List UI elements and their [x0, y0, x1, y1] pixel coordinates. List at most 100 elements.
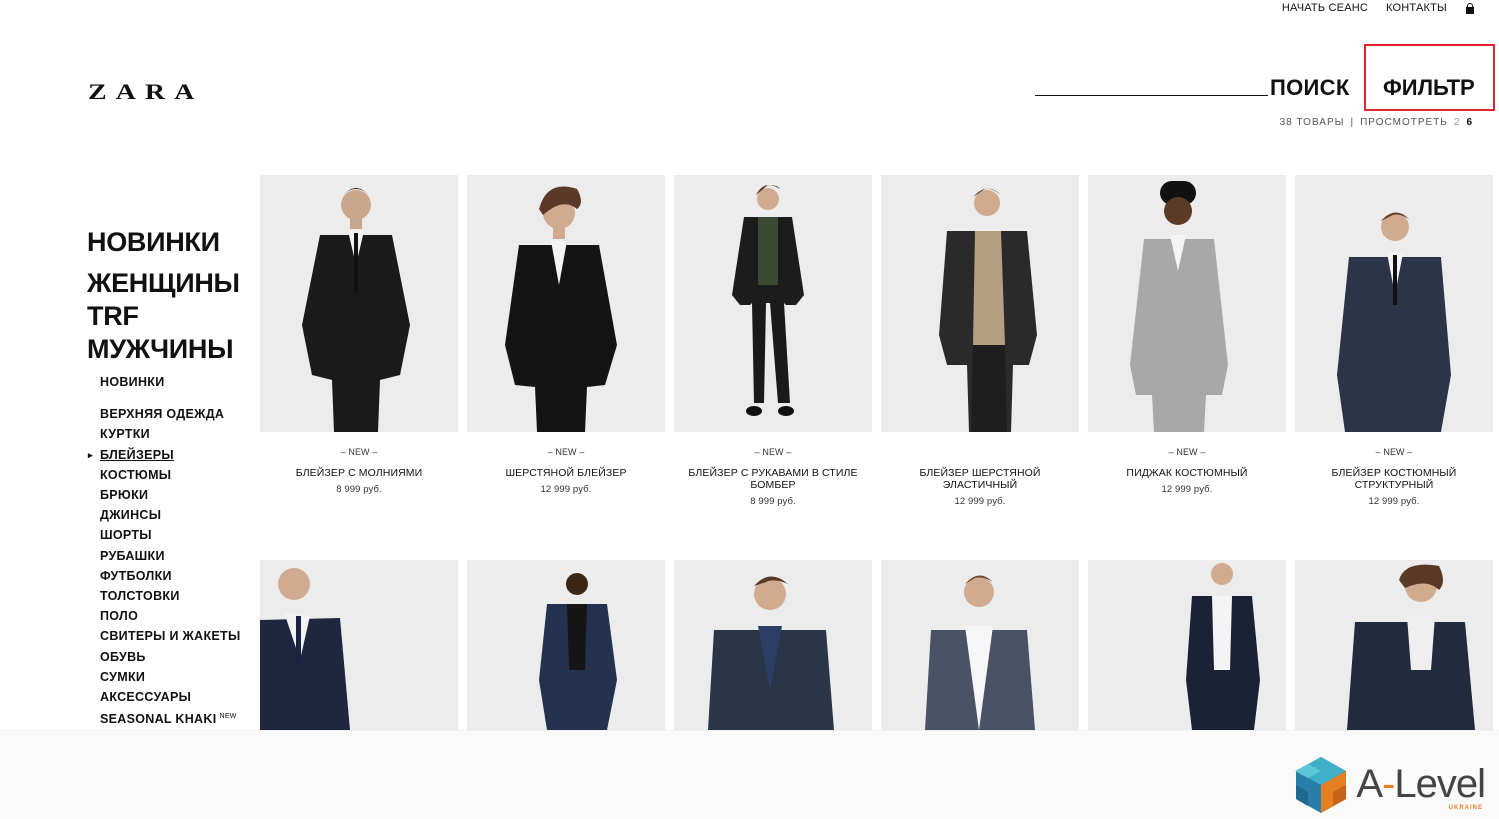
product-image[interactable]: [467, 175, 665, 432]
product-card[interactable]: БЛЕЙЗЕР ШЕРСТЯНОЙ ЭЛАСТИЧНЫЙ 12 999 руб.: [881, 175, 1079, 507]
subnav-item-tshirts[interactable]: ФУТБОЛКИ: [100, 566, 240, 586]
a-level-cube-logo-icon: [1295, 757, 1347, 813]
product-name[interactable]: ШЕРСТЯНОЙ БЛЕЙЗЕР: [467, 467, 665, 479]
product-card[interactable]: [1088, 560, 1286, 730]
contacts-link[interactable]: КОНТАКТЫ: [1386, 2, 1447, 14]
shopping-bag-icon[interactable]: [1465, 2, 1475, 14]
product-price: 12 999 руб.: [954, 496, 1006, 507]
product-price: 8 999 руб.: [750, 496, 796, 507]
model-figure-icon: [1186, 563, 1260, 730]
product-image[interactable]: [674, 175, 872, 432]
view-option-2[interactable]: 2: [1454, 117, 1461, 128]
new-tag: NEW: [219, 713, 237, 721]
product-price: 12 999 руб.: [540, 484, 592, 495]
product-name[interactable]: БЛЕЙЗЕР С МОЛНИЯМИ: [260, 467, 458, 479]
model-figure-icon: [1130, 181, 1228, 432]
divider: |: [1350, 117, 1355, 128]
a-level-dash: -: [1382, 761, 1395, 806]
login-link[interactable]: НАЧАТЬ СЕАНС: [1282, 2, 1368, 14]
subnav-item-blazers[interactable]: БЛЕЙЗЕРЫ: [88, 445, 240, 465]
subnav-item-sweatshirts[interactable]: ТОЛСТОВКИ: [100, 586, 240, 606]
nav-item-new[interactable]: НОВИНКИ: [87, 226, 240, 259]
new-badge: [881, 447, 1079, 459]
product-image[interactable]: [674, 560, 872, 730]
product-image[interactable]: [1295, 175, 1493, 432]
items-bar: 38 ТОВАРЫ | ПРОСМОТРЕТЬ 2 6: [1280, 117, 1473, 128]
nav-item-trf[interactable]: TRF: [87, 300, 240, 333]
subnav-item-seasonal-khaki[interactable]: SEASONAL KHAKI NEW: [100, 707, 240, 729]
product-image[interactable]: [1088, 175, 1286, 432]
product-price: 12 999 руб.: [1161, 484, 1213, 495]
product-card[interactable]: – NEW – БЛЕЙЗЕР С РУКАВАМИ В СТИЛЕ БОМБЕ…: [674, 175, 872, 507]
subnav-item-suits[interactable]: КОСТЮМЫ: [100, 465, 240, 485]
subnav-item-seasonal-khaki-label: SEASONAL KHAKI: [100, 712, 217, 727]
product-card[interactable]: – NEW – БЛЕЙЗЕР КОСТЮМНЫЙ СТРУКТУРНЫЙ 12…: [1295, 175, 1493, 507]
product-card[interactable]: – NEW – ПИДЖАК КОСТЮМНЫЙ 12 999 руб.: [1088, 175, 1286, 495]
product-name[interactable]: БЛЕЙЗЕР КОСТЮМНЫЙ СТРУКТУРНЫЙ: [1295, 467, 1493, 491]
product-price: 8 999 руб.: [336, 484, 382, 495]
new-badge: – NEW –: [340, 447, 378, 457]
a-level-watermark: A-Level UKRAINE: [1292, 755, 1486, 813]
product-card[interactable]: – NEW – БЛЕЙЗЕР С МОЛНИЯМИ 8 999 руб.: [260, 175, 458, 495]
a-level-letter: A: [1356, 761, 1383, 806]
top-bar: НАЧАТЬ СЕАНС КОНТАКТЫ: [1282, 2, 1475, 14]
search-input[interactable]: [1035, 95, 1268, 96]
product-image[interactable]: [260, 175, 458, 432]
product-image[interactable]: [467, 560, 665, 730]
product-price: 12 999 руб.: [1368, 496, 1420, 507]
subnav-item-knitwear[interactable]: СВИТЕРЫ И ЖАКЕТЫ: [100, 626, 240, 646]
product-name[interactable]: БЛЕЙЗЕР ШЕРСТЯНОЙ ЭЛАСТИЧНЫЙ: [881, 467, 1079, 491]
model-figure-icon: [732, 185, 804, 416]
product-image[interactable]: [881, 175, 1079, 432]
product-name[interactable]: ПИДЖАК КОСТЮМНЫЙ: [1088, 467, 1286, 479]
product-image[interactable]: [260, 560, 458, 730]
new-badge: – NEW –: [1168, 447, 1206, 457]
new-badge: – NEW –: [754, 447, 792, 457]
filter-button[interactable]: ФИЛЬТР: [1383, 75, 1475, 101]
product-card[interactable]: – NEW – ШЕРСТЯНОЙ БЛЕЙЗЕР 12 999 руб.: [467, 175, 665, 495]
product-card[interactable]: [674, 560, 872, 730]
model-figure-icon: [925, 575, 1035, 730]
product-card[interactable]: [881, 560, 1079, 730]
subnav-item-new[interactable]: НОВИНКИ: [100, 372, 240, 392]
product-name[interactable]: БЛЕЙЗЕР С РУКАВАМИ В СТИЛЕ БОМБЕР: [674, 467, 872, 491]
view-option-6[interactable]: 6: [1466, 117, 1473, 128]
model-figure-icon: [302, 188, 410, 432]
a-level-wordmark: A-Level UKRAINE: [1356, 761, 1486, 811]
subnav-item-outerwear[interactable]: ВЕРХНЯЯ ОДЕЖДА: [100, 404, 240, 424]
a-level-rest: Level: [1394, 761, 1486, 806]
a-level-subtitle: UKRAINE: [1448, 804, 1483, 811]
model-figure-icon: [1347, 564, 1475, 730]
model-figure-icon: [1337, 212, 1451, 432]
subnav-item-shirts[interactable]: РУБАШКИ: [100, 546, 240, 566]
subnav-item-trousers[interactable]: БРЮКИ: [100, 485, 240, 505]
product-image[interactable]: [881, 560, 1079, 730]
men-subnav: НОВИНКИ ВЕРХНЯЯ ОДЕЖДА КУРТКИ БЛЕЙЗЕРЫ К…: [88, 372, 240, 730]
view-label: ПРОСМОТРЕТЬ: [1360, 117, 1448, 128]
subnav-item-jeans[interactable]: ДЖИНСЫ: [100, 505, 240, 525]
subnav-item-polo[interactable]: ПОЛО: [100, 606, 240, 626]
product-card[interactable]: [260, 560, 458, 730]
product-card[interactable]: [467, 560, 665, 730]
subnav-item-accessories[interactable]: АКСЕССУАРЫ: [100, 687, 240, 707]
product-card[interactable]: [1295, 560, 1493, 730]
model-figure-icon: [260, 568, 350, 730]
zara-logo[interactable]: ZARA: [88, 80, 203, 106]
subnav-item-shoes[interactable]: ОБУВЬ: [100, 647, 240, 667]
category-nav: НОВИНКИ ЖЕНЩИНЫ TRF МУЖЧИНЫ НОВИНКИ ВЕРХ…: [87, 226, 240, 730]
items-count: 38 ТОВАРЫ: [1279, 117, 1345, 128]
product-image[interactable]: [1295, 560, 1493, 730]
footer-area: [0, 730, 1499, 819]
nav-item-women[interactable]: ЖЕНЩИНЫ: [87, 267, 240, 300]
subnav-item-shorts[interactable]: ШОРТЫ: [100, 525, 240, 545]
search-button[interactable]: ПОИСК: [1270, 75, 1350, 101]
subnav-item-jackets[interactable]: КУРТКИ: [100, 424, 240, 444]
model-figure-icon: [939, 188, 1037, 432]
subnav-item-bags[interactable]: СУМКИ: [100, 667, 240, 687]
model-figure-icon: [708, 576, 834, 730]
nav-item-men[interactable]: МУЖЧИНЫ: [87, 333, 240, 366]
new-badge: – NEW –: [547, 447, 585, 457]
model-figure-icon: [505, 186, 617, 432]
product-image[interactable]: [1088, 560, 1286, 730]
model-figure-icon: [539, 573, 617, 730]
